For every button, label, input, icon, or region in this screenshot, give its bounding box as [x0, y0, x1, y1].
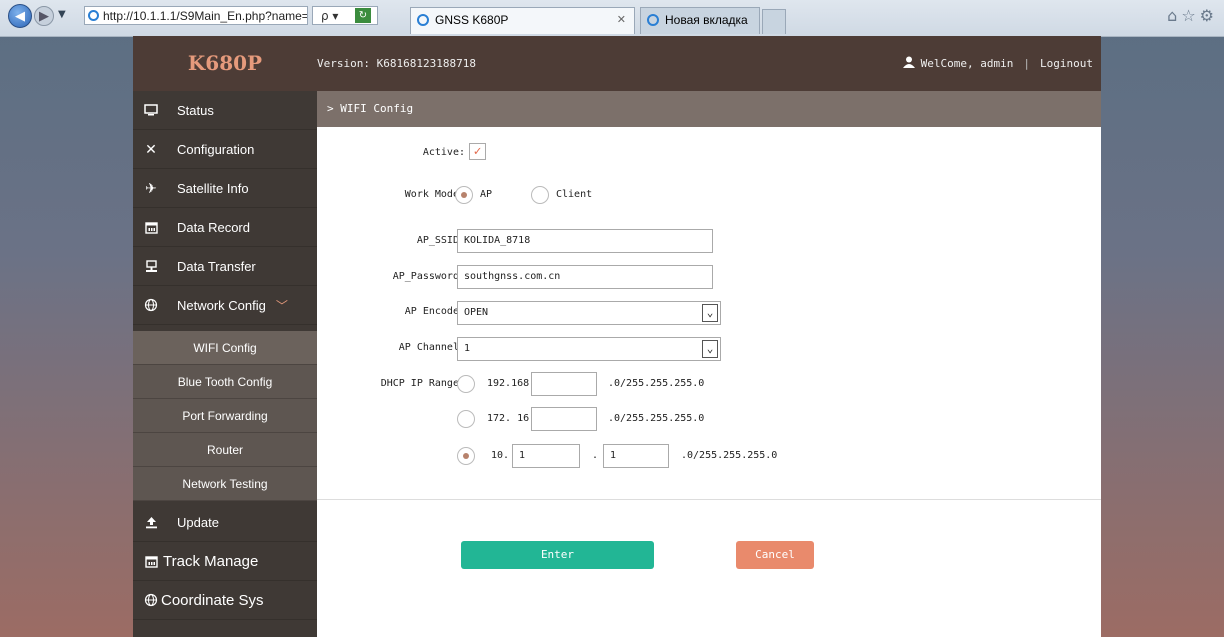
channel-select[interactable]: 1 ⌄ — [457, 337, 721, 361]
gear-icon[interactable]: ⚙ — [1200, 6, 1218, 25]
work-mode-label: Work Mode: — [404, 189, 465, 200]
welcome-text: WelCome, admin — [920, 57, 1014, 70]
dhcp-192-suffix: .0/255.255.255.0 — [608, 378, 705, 389]
encode-label: AP Encode: — [404, 306, 465, 317]
home-icon[interactable]: ⌂ — [1167, 6, 1181, 25]
encode-select[interactable]: OPEN ⌄ — [457, 301, 721, 325]
app-window: K680P Version: K68168123188718 WelCome, … — [133, 36, 1101, 637]
work-mode-ap-label: AP — [480, 189, 493, 200]
sidebar-item-coordinate-sys[interactable]: Coordinate Sys — [133, 581, 317, 620]
sidebar-subitem-router[interactable]: Router — [133, 433, 317, 467]
sidebar-subitem-network-testing[interactable]: Network Testing — [133, 467, 317, 501]
channel-label: AP Channel: — [398, 342, 465, 353]
sidebar-item-status[interactable]: Status — [133, 91, 317, 130]
globe-icon — [143, 592, 159, 608]
enter-button[interactable]: Enter — [461, 541, 654, 569]
refresh-icon[interactable]: ↻ — [355, 8, 371, 23]
work-mode-client-radio[interactable] — [531, 186, 549, 204]
address-bar[interactable]: http://10.1.1.1/S9Main_En.php?name=admin — [84, 6, 308, 25]
search-dropdown[interactable]: ρ ▾ ↻ — [312, 6, 378, 25]
dhcp-10-prefix: 10. — [491, 450, 510, 461]
ie-icon — [647, 14, 659, 26]
toolbar-icons: ⌂☆⚙ — [1167, 6, 1218, 25]
upload-icon — [143, 514, 159, 530]
sidebar-subitem-wifi-config[interactable]: WIFI Config — [133, 331, 317, 365]
ie-icon — [88, 10, 99, 21]
history-dropdown-icon[interactable]: ▼ — [58, 9, 66, 20]
sidebar-item-configuration[interactable]: ✕ Configuration — [133, 130, 317, 169]
tab-new[interactable]: Новая вкладка — [640, 7, 760, 34]
transfer-icon — [143, 258, 159, 274]
browser-chrome: ◀ ▶ ▼ http://10.1.1.1/S9Main_En.php?name… — [0, 0, 1224, 37]
sidebar-item-satellite-info[interactable]: ✈ Satellite Info — [133, 169, 317, 208]
dhcp-10-input-2[interactable]: 1 — [603, 444, 669, 468]
sidebar: Status ✕ Configuration ✈ Satellite Info … — [133, 91, 317, 637]
logout-link[interactable]: Loginout — [1040, 57, 1093, 70]
logo: K680P — [187, 51, 263, 75]
cancel-button[interactable]: Cancel — [736, 541, 814, 569]
dhcp-192-input[interactable] — [531, 372, 597, 396]
user-icon — [902, 56, 915, 68]
header: K680P Version: K68168123188718 WelCome, … — [133, 36, 1101, 91]
work-mode-ap-radio[interactable] — [455, 186, 473, 204]
sidebar-item-network-config[interactable]: Network Config ﹀ — [133, 286, 317, 325]
globe-icon — [143, 297, 159, 313]
sidebar-item-update[interactable]: Update — [133, 503, 317, 542]
work-mode-client-label: Client — [556, 189, 593, 200]
dhcp-172-prefix: 172. 16. — [487, 413, 536, 424]
dhcp-10-suffix: .0/255.255.255.0 — [681, 450, 778, 461]
user-bar: WelCome, admin | Loginout — [902, 36, 1093, 91]
sidebar-item-data-record[interactable]: Data Record — [133, 208, 317, 247]
dhcp-10-radio[interactable] — [457, 447, 475, 465]
chevron-down-icon: ﹀ — [275, 298, 288, 313]
ie-icon — [417, 14, 429, 26]
password-label: AP_Password: — [392, 271, 465, 282]
sidebar-subitem-port-forwarding[interactable]: Port Forwarding — [133, 399, 317, 433]
calendar-icon — [143, 553, 159, 569]
ssid-label: AP_SSID: — [416, 235, 465, 246]
chevron-down-icon: ⌄ — [702, 304, 718, 322]
new-tab-button[interactable] — [762, 9, 786, 34]
separator: | — [1023, 57, 1031, 70]
dhcp-192-radio[interactable] — [457, 375, 475, 393]
password-input[interactable]: southgnss.com.cn — [457, 265, 713, 289]
active-checkbox[interactable]: ✓ — [469, 143, 486, 160]
forward-icon[interactable]: ▶ — [34, 6, 54, 26]
active-label: Active: — [422, 147, 465, 158]
tab-gnss[interactable]: GNSS K680P ✕ — [410, 7, 635, 34]
dhcp-172-input[interactable] — [531, 407, 597, 431]
dhcp-172-suffix: .0/255.255.255.0 — [608, 413, 705, 424]
back-icon[interactable]: ◀ — [8, 4, 32, 28]
star-icon[interactable]: ☆ — [1181, 6, 1199, 25]
tools-icon: ✕ — [145, 140, 157, 157]
calendar-icon — [143, 219, 159, 235]
chevron-down-icon: ⌄ — [702, 340, 718, 358]
monitor-icon — [143, 102, 159, 118]
ssid-input[interactable]: KOLIDA_8718 — [457, 229, 713, 253]
close-tab-icon[interactable]: ✕ — [617, 8, 626, 32]
divider — [317, 499, 1101, 500]
breadcrumb: > WIFI Config — [317, 91, 1101, 127]
sidebar-item-track-manage[interactable]: Track Manage — [133, 542, 317, 581]
dhcp-label: DHCP IP Range: — [380, 378, 465, 389]
wifi-config-form: Active: ✓ Work Mode: AP Client AP_SSID: … — [317, 127, 1101, 637]
sidebar-subitem-blue-tooth-config[interactable]: Blue Tooth Config — [133, 365, 317, 399]
dhcp-172-radio[interactable] — [457, 410, 475, 428]
dhcp-10-input-1[interactable]: 1 — [512, 444, 580, 468]
version-text: Version: K68168123188718 — [317, 57, 476, 70]
sidebar-item-data-transfer[interactable]: Data Transfer — [133, 247, 317, 286]
dhcp-192-prefix: 192.168. — [487, 378, 536, 389]
satellite-icon: ✈ — [145, 179, 157, 196]
dhcp-10-dot: . — [592, 450, 599, 461]
